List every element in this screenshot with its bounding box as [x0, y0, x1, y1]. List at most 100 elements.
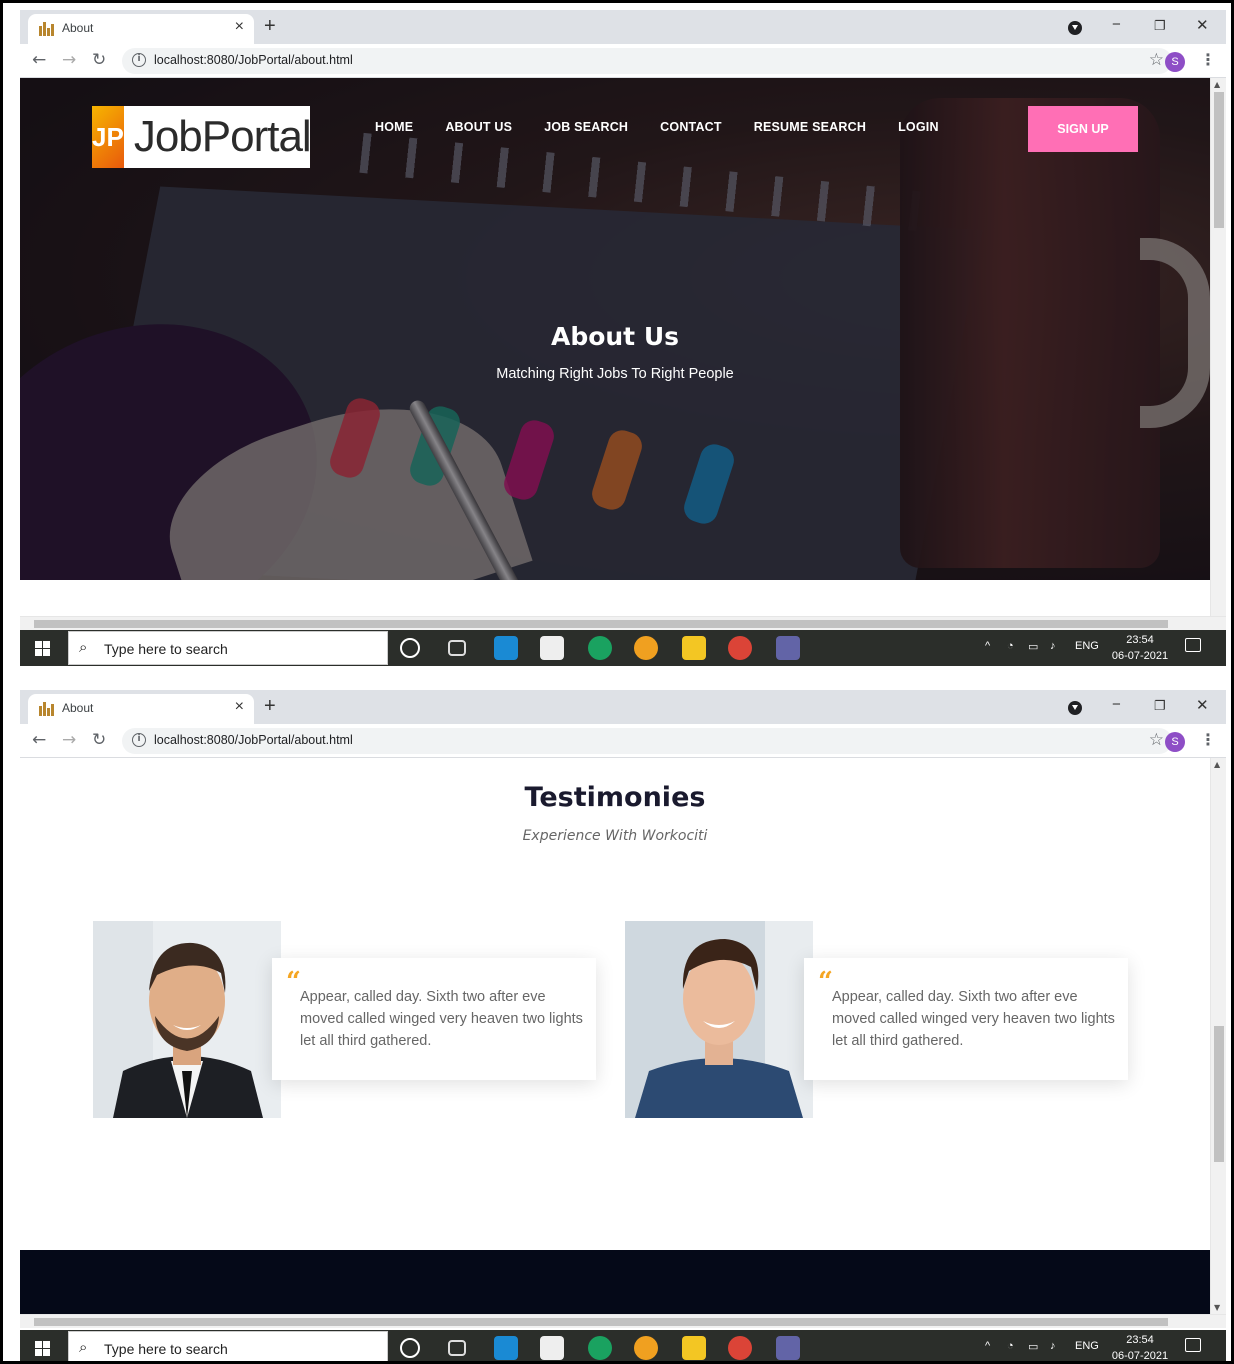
site-logo[interactable]: JP JobPortal: [92, 106, 312, 168]
battery-icon[interactable]: ▭: [1028, 1340, 1038, 1353]
horizontal-scrollbar[interactable]: [20, 616, 1226, 630]
file-explorer-icon[interactable]: [682, 636, 706, 660]
notification-icon[interactable]: [1185, 1338, 1201, 1352]
browser-icon[interactable]: [634, 636, 658, 660]
mail-icon[interactable]: [494, 1336, 518, 1360]
browser-tab[interactable]: About ×: [28, 14, 254, 44]
close-window-button[interactable]: ✕: [1196, 16, 1209, 34]
tray-chevron-icon[interactable]: ^: [985, 1340, 990, 1352]
task-view-icon[interactable]: [448, 1340, 466, 1356]
forward-icon[interactable]: →: [62, 50, 76, 70]
tray-chevron-icon[interactable]: ^: [985, 640, 990, 652]
network-icon[interactable]: ◔: [1007, 1340, 1014, 1352]
testimonial-quote: Appear, called day. Sixth two after eve …: [832, 989, 1115, 1049]
close-window-button[interactable]: ✕: [1196, 696, 1209, 714]
signup-button[interactable]: SIGN UP: [1028, 106, 1138, 152]
close-tab-icon[interactable]: ×: [235, 18, 244, 36]
close-tab-icon[interactable]: ×: [235, 698, 244, 716]
vertical-scrollbar[interactable]: ▲ ▼: [1210, 758, 1226, 1314]
taskbar-clock[interactable]: 23:54 06-07-2021: [1100, 632, 1180, 664]
scroll-thumb[interactable]: [1214, 92, 1224, 228]
testimonial-card: “ Appear, called day. Sixth two after ev…: [804, 958, 1128, 1080]
nav-job-search[interactable]: JOB SEARCH: [544, 120, 628, 134]
cortana-icon[interactable]: [400, 1338, 420, 1358]
language-indicator[interactable]: ENG: [1075, 640, 1099, 652]
nav-contact[interactable]: CONTACT: [660, 120, 722, 134]
volume-icon[interactable]: ♪: [1050, 1340, 1056, 1352]
search-icon: ⌕: [79, 638, 88, 656]
extension-icon[interactable]: [1068, 701, 1082, 715]
edge-icon[interactable]: [588, 1336, 612, 1360]
new-tab-button[interactable]: +: [264, 695, 276, 718]
scroll-down-icon[interactable]: ▼: [1214, 1303, 1220, 1312]
forward-icon[interactable]: →: [62, 730, 76, 750]
nav-about-us[interactable]: ABOUT US: [445, 120, 512, 134]
nav-resume-search[interactable]: RESUME SEARCH: [754, 120, 866, 134]
h-scroll-thumb[interactable]: [34, 1318, 1168, 1326]
language-indicator[interactable]: ENG: [1075, 1340, 1099, 1352]
taskbar-search[interactable]: ⌕ Type here to search: [68, 1331, 388, 1364]
profile-avatar[interactable]: S: [1165, 52, 1185, 72]
address-bar[interactable]: i localhost:8080/JobPortal/about.html ☆: [122, 728, 1172, 754]
edge-icon[interactable]: [588, 636, 612, 660]
browser-menu-icon[interactable]: ⋮: [1200, 730, 1216, 749]
teams-icon[interactable]: [776, 636, 800, 660]
chrome-icon[interactable]: [728, 636, 752, 660]
horizontal-scrollbar[interactable]: [20, 1314, 1226, 1328]
restore-button[interactable]: ❐: [1154, 18, 1166, 34]
bookmark-star-icon[interactable]: ☆: [1149, 50, 1164, 70]
vertical-scrollbar[interactable]: ▲ ▼: [1210, 78, 1226, 628]
h-scroll-thumb[interactable]: [34, 620, 1168, 628]
reload-icon[interactable]: ↻: [92, 50, 106, 70]
nav-login[interactable]: LOGIN: [898, 120, 939, 134]
windows-start-icon[interactable]: [20, 630, 66, 666]
info-icon[interactable]: i: [132, 53, 146, 67]
taskbar-clock[interactable]: 23:54 06-07-2021: [1100, 1332, 1180, 1364]
browser-menu-icon[interactable]: ⋮: [1200, 50, 1216, 69]
favicon-icon: [39, 22, 55, 36]
page-viewport: JP JobPortal HOME ABOUT US JOB SEARCH CO…: [20, 78, 1226, 628]
task-view-icon[interactable]: [448, 640, 466, 656]
scroll-up-icon[interactable]: ▲: [1214, 80, 1220, 89]
store-icon[interactable]: [540, 1336, 564, 1360]
network-icon[interactable]: ◔: [1007, 640, 1014, 652]
new-tab-button[interactable]: +: [264, 15, 276, 38]
back-icon[interactable]: ←: [32, 730, 46, 750]
clock-time: 23:54: [1126, 634, 1154, 646]
reload-icon[interactable]: ↻: [92, 730, 106, 750]
tab-strip: About × + − ❐ ✕: [20, 10, 1226, 44]
minimize-button[interactable]: −: [1112, 696, 1121, 713]
address-bar[interactable]: i localhost:8080/JobPortal/about.html ☆: [122, 48, 1172, 74]
back-icon[interactable]: ←: [32, 50, 46, 70]
restore-button[interactable]: ❐: [1154, 698, 1166, 714]
main-nav: HOME ABOUT US JOB SEARCH CONTACT RESUME …: [375, 120, 939, 134]
notification-icon[interactable]: [1185, 638, 1201, 652]
bookmark-star-icon[interactable]: ☆: [1149, 730, 1164, 750]
mail-icon[interactable]: [494, 636, 518, 660]
clock-date: 06-07-2021: [1111, 1350, 1169, 1362]
browser-tab[interactable]: About ×: [28, 694, 254, 724]
hero-banner: JP JobPortal HOME ABOUT US JOB SEARCH CO…: [20, 78, 1210, 580]
extension-icon[interactable]: [1068, 21, 1082, 35]
battery-icon[interactable]: ▭: [1028, 640, 1038, 653]
volume-icon[interactable]: ♪: [1050, 640, 1056, 652]
store-icon[interactable]: [540, 636, 564, 660]
nav-home[interactable]: HOME: [375, 120, 413, 134]
windows-taskbar: ⌕ Type here to search ^ ◔ ▭ ♪ ENG 23:54 …: [20, 1330, 1226, 1364]
browser-icon[interactable]: [634, 1336, 658, 1360]
cortana-icon[interactable]: [400, 638, 420, 658]
minimize-button[interactable]: −: [1112, 16, 1121, 33]
url-text: localhost:8080/JobPortal/about.html: [154, 733, 353, 747]
info-icon[interactable]: i: [132, 733, 146, 747]
search-icon: ⌕: [79, 1338, 88, 1356]
chrome-icon[interactable]: [728, 1336, 752, 1360]
page-subtitle: Matching Right Jobs To Right People: [496, 366, 734, 382]
profile-avatar[interactable]: S: [1165, 732, 1185, 752]
file-explorer-icon[interactable]: [682, 1336, 706, 1360]
browser-window-top: About × + − ❐ ✕ ← → ↻ i localhost:8080/J…: [20, 10, 1226, 666]
windows-start-icon[interactable]: [20, 1330, 66, 1364]
scroll-thumb[interactable]: [1214, 1026, 1224, 1162]
teams-icon[interactable]: [776, 1336, 800, 1360]
taskbar-search[interactable]: ⌕ Type here to search: [68, 631, 388, 665]
scroll-up-icon[interactable]: ▲: [1214, 760, 1220, 769]
